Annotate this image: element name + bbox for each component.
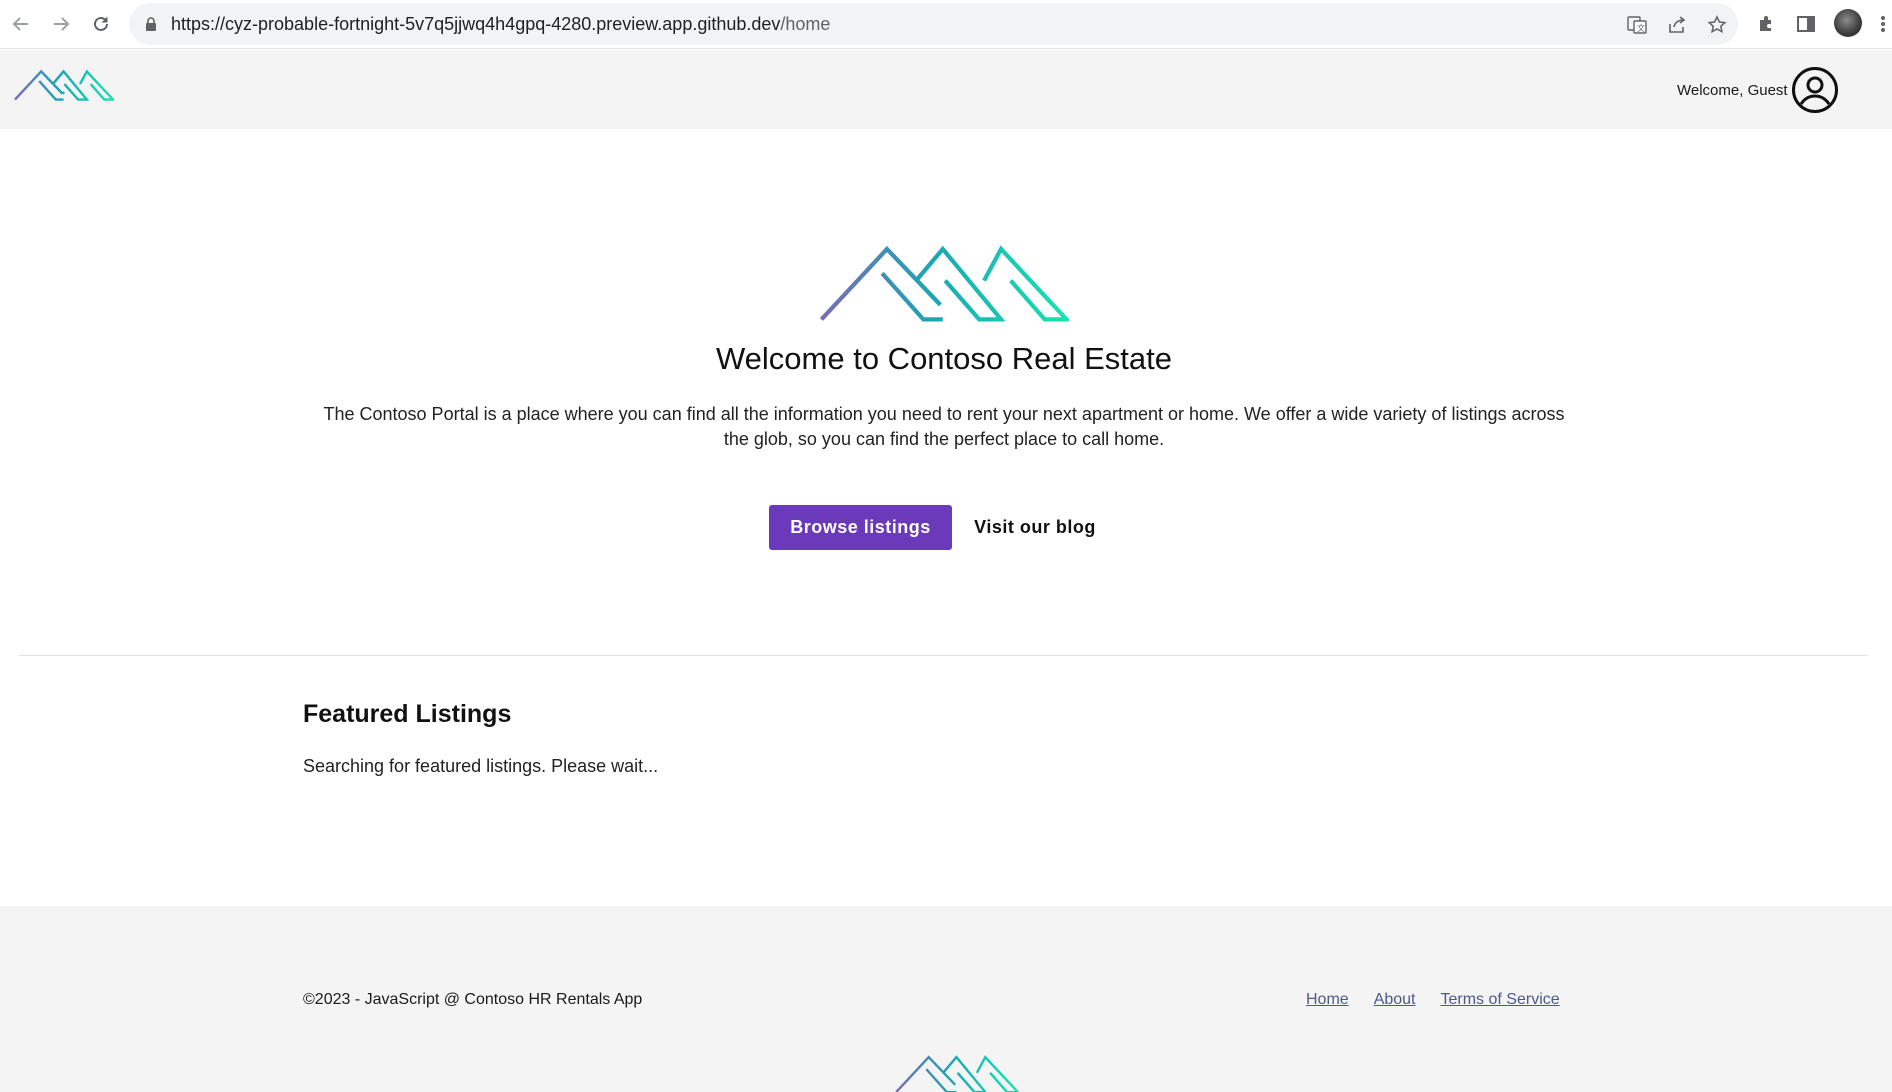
hero-description: The Contoso Portal is a place where you … (323, 404, 1565, 449)
header-logo[interactable] (14, 67, 116, 108)
footer-link-about[interactable]: About (1374, 991, 1416, 1009)
footer-link-terms[interactable]: Terms of Service (1441, 991, 1560, 1009)
arrow-left-icon (12, 17, 28, 31)
mountain-logo-icon (819, 245, 1072, 322)
url-host: https://cyz-probable-fortnight-5v7q5jjwq… (171, 14, 781, 34)
profile-avatar[interactable] (1834, 9, 1862, 37)
reload-icon (94, 16, 108, 31)
bookmark-button[interactable] (1706, 14, 1728, 36)
side-panel-icon (1797, 16, 1815, 32)
url-path: /home (780, 14, 831, 34)
hero-title: Welcome to Contoso Real Estate (715, 341, 1173, 376)
side-panel-button[interactable] (1793, 11, 1819, 37)
visit-blog-button[interactable]: Visit our blog (960, 505, 1110, 550)
browser-toolbar: https://cyz-probable-fortnight-5v7q5jjwq… (0, 0, 1892, 49)
svg-text:文: 文 (1637, 23, 1645, 33)
reload-button[interactable] (88, 11, 114, 37)
arrow-right-icon (54, 17, 70, 31)
extensions-button[interactable] (1753, 11, 1779, 37)
address-bar[interactable]: https://cyz-probable-fortnight-5v7q5jjwq… (129, 3, 1738, 45)
footer-link-home[interactable]: Home (1306, 991, 1349, 1009)
browse-listings-button[interactable]: Browse listings (769, 505, 952, 550)
star-icon (1707, 15, 1727, 34)
puzzle-icon (1760, 16, 1771, 31)
featured-listings-status: Searching for featured listings. Please … (303, 756, 659, 776)
copyright-text: ©2023 - JavaScript @ Contoso HR Rentals … (303, 991, 643, 1008)
hero-logo (819, 244, 1072, 327)
app-header: Welcome, Guest (0, 50, 1892, 129)
more-vertical-icon (1881, 16, 1885, 32)
lock-icon (146, 17, 156, 31)
mountain-logo-icon (14, 69, 116, 101)
footer-links: Home About Terms of Service (1306, 991, 1560, 1009)
menu-button[interactable] (1876, 11, 1890, 37)
section-divider (19, 655, 1868, 656)
user-circle-icon (1792, 67, 1838, 113)
footer-logo (895, 1054, 1020, 1092)
url-text: https://cyz-probable-fortnight-5v7q5jjwq… (171, 14, 830, 35)
back-button[interactable] (8, 11, 34, 37)
mountain-logo-icon (895, 1055, 1020, 1092)
welcome-text: Welcome, Guest (1677, 82, 1788, 99)
user-account-button[interactable] (1791, 66, 1839, 119)
share-button[interactable] (1666, 14, 1688, 36)
forward-button[interactable] (48, 11, 74, 37)
translate-button[interactable]: 文 (1626, 14, 1648, 36)
share-icon (1669, 16, 1686, 33)
footer: ©2023 - JavaScript @ Contoso HR Rentals … (0, 906, 1892, 1092)
featured-listings-title: Featured Listings (303, 700, 512, 728)
translate-icon: 文 (1627, 16, 1647, 34)
